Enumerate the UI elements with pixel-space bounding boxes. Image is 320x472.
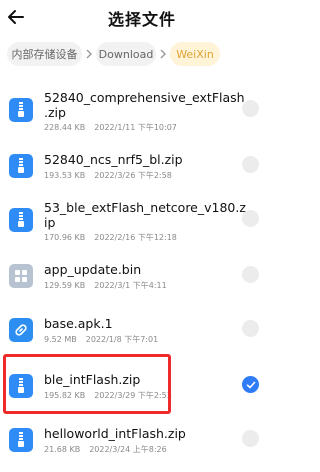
file-size: 195.82 KB xyxy=(44,391,86,400)
file-size: 21.68 KB xyxy=(44,445,81,454)
chevron-right-icon xyxy=(82,49,96,59)
file-row[interactable]: 53_ble_extFlash_netcore_v180.z ip 170.96… xyxy=(0,198,284,246)
file-date: 2022/2/16 下午12:18 xyxy=(94,233,177,242)
breadcrumb: 内部存储设备 Download WeiXin xyxy=(7,42,220,66)
grid-file-icon xyxy=(9,264,33,288)
file-name: base.apk.1 xyxy=(44,316,113,331)
file-size: 228.44 KB xyxy=(44,123,86,132)
file-row-selected[interactable]: ble_intFlash.zip 195.82 KB 2022/3/29 下午2:… xyxy=(0,370,284,418)
file-meta: 170.96 KB 2022/2/16 下午12:18 xyxy=(44,232,177,243)
file-name: 52840_ncs_nrf5_bl.zip xyxy=(44,152,183,167)
file-meta: 129.59 KB 2022/3/1 下午4:11 xyxy=(44,280,167,291)
file-row[interactable]: base.apk.1 9.52 MB 2022/1/8 下午7:01 xyxy=(0,314,284,362)
file-meta: 193.53 KB 2022/3/26 下午2:58 xyxy=(44,170,172,181)
file-name: ble_intFlash.zip xyxy=(44,372,141,387)
zip-file-icon xyxy=(9,208,33,232)
file-date: 2022/1/11 下午10:07 xyxy=(94,123,177,132)
breadcrumb-item-weixin[interactable]: WeiXin xyxy=(170,42,220,66)
breadcrumb-item-download[interactable]: Download xyxy=(96,42,156,66)
select-radio-checked[interactable] xyxy=(242,376,259,393)
zip-file-icon xyxy=(9,154,33,178)
breadcrumb-item-internal-storage[interactable]: 内部存储设备 xyxy=(7,42,82,66)
file-date: 2022/3/29 下午2:53 xyxy=(94,391,172,400)
file-date: 2022/3/24 上午8:26 xyxy=(89,445,167,454)
file-meta: 9.52 MB 2022/1/8 下午7:01 xyxy=(44,334,158,345)
zip-file-icon xyxy=(9,374,33,398)
file-date: 2022/3/26 下午2:58 xyxy=(94,171,172,180)
header: 选择文件 xyxy=(0,0,284,34)
file-meta: 21.68 KB 2022/3/24 上午8:26 xyxy=(44,444,167,455)
file-name: helloworld_intFlash.zip xyxy=(44,426,186,441)
select-radio[interactable] xyxy=(242,430,259,447)
file-meta: 195.82 KB 2022/3/29 下午2:53 xyxy=(44,390,172,401)
zip-file-icon xyxy=(9,98,33,122)
file-date: 2022/3/1 下午4:11 xyxy=(94,281,167,290)
file-date: 2022/1/8 下午7:01 xyxy=(85,335,159,344)
select-radio[interactable] xyxy=(242,266,259,283)
file-row[interactable]: 52840_ncs_nrf5_bl.zip 193.53 KB 2022/3/26… xyxy=(0,150,284,198)
file-row[interactable]: 52840_comprehensive_extFlash .zip 228.44… xyxy=(0,88,284,136)
select-radio[interactable] xyxy=(242,320,259,337)
file-row[interactable]: helloworld_intFlash.zip 21.68 KB 2022/3/2… xyxy=(0,424,284,472)
select-radio[interactable] xyxy=(242,156,259,173)
checkmark-icon xyxy=(246,381,255,388)
file-row[interactable]: app_update.bin 129.59 KB 2022/3/1 下午4:11 xyxy=(0,260,284,308)
page-title: 选择文件 xyxy=(107,10,176,29)
file-size: 193.53 KB xyxy=(44,171,86,180)
chevron-right-icon xyxy=(156,49,170,59)
select-radio[interactable] xyxy=(242,100,259,117)
link-file-icon xyxy=(9,318,33,342)
file-name: 53_ble_extFlash_netcore_v180.z ip xyxy=(44,200,246,230)
file-size: 9.52 MB xyxy=(44,335,77,344)
file-name: 52840_comprehensive_extFlash .zip xyxy=(44,90,245,120)
zip-file-icon xyxy=(9,428,33,452)
select-radio[interactable] xyxy=(242,210,259,227)
file-name: app_update.bin xyxy=(44,262,142,277)
file-size: 170.96 KB xyxy=(44,233,86,242)
file-meta: 228.44 KB 2022/1/11 下午10:07 xyxy=(44,122,177,133)
file-size: 129.59 KB xyxy=(44,281,86,290)
